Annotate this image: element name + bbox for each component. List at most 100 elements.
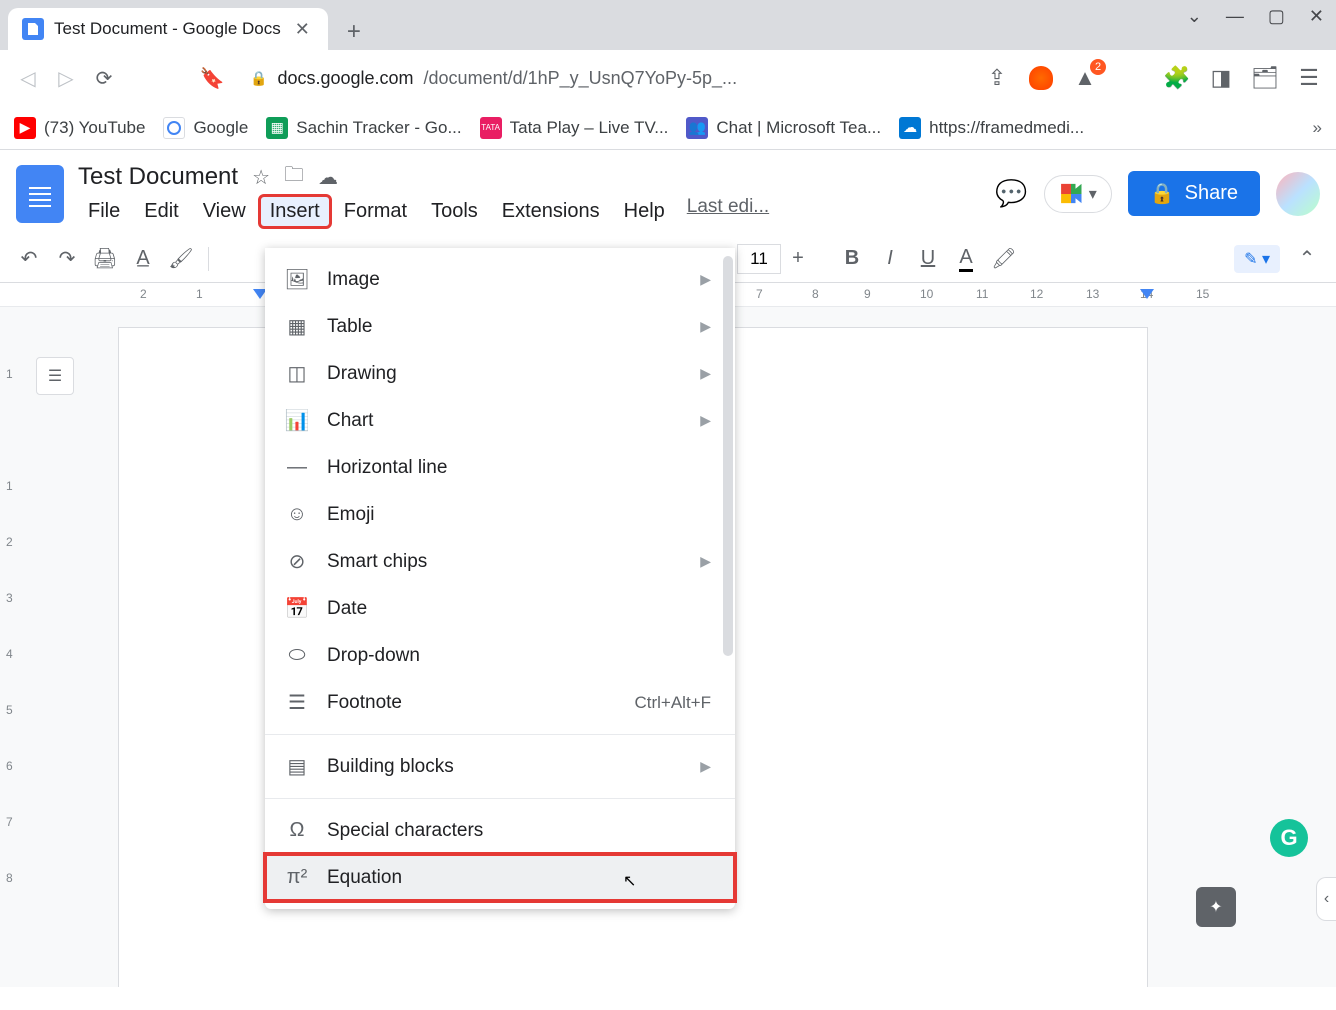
insert-footnote[interactable]: ☰FootnoteCtrl+Alt+F — [265, 679, 735, 726]
highlight-button[interactable]: 🖍 — [987, 242, 1021, 276]
menu-tools[interactable]: Tools — [421, 196, 488, 227]
paint-format-button[interactable]: 🖌 — [164, 242, 198, 276]
insert-drawing[interactable]: ◫Drawing▶ — [265, 350, 735, 397]
bookmark-google[interactable]: Google — [163, 117, 248, 139]
print-button[interactable]: 🖨 — [88, 242, 122, 276]
menu-divider — [265, 734, 735, 735]
sidebar-icon[interactable]: ◨ — [1208, 65, 1234, 91]
font-size-increase[interactable]: + — [781, 242, 815, 276]
bookmark-youtube[interactable]: ▶(73) YouTube — [14, 117, 145, 139]
chart-icon: 📊 — [285, 409, 309, 433]
cloud-status-icon[interactable]: ☁ — [318, 165, 338, 190]
grammarly-icon[interactable]: G — [1270, 819, 1308, 857]
explore-button[interactable]: ✦ — [1196, 887, 1236, 927]
bookmarks-overflow[interactable]: » — [1313, 118, 1322, 138]
bookmark-tata[interactable]: TATATata Play – Live TV... — [480, 117, 669, 139]
text-color-button[interactable]: A — [949, 242, 983, 276]
teams-icon: 👥 — [686, 117, 708, 139]
insert-date[interactable]: 📅Date — [265, 585, 735, 632]
brave-shields-icon[interactable] — [1028, 65, 1054, 91]
omega-icon: Ω — [285, 819, 309, 843]
date-icon: 📅 — [285, 597, 309, 621]
extensions-icon[interactable]: 🧩 — [1164, 65, 1190, 91]
collapse-toolbar-button[interactable]: ⌃ — [1290, 242, 1324, 276]
close-window-button[interactable]: ✕ — [1309, 6, 1324, 27]
browser-tab[interactable]: Test Document - Google Docs ✕ — [8, 8, 328, 50]
close-tab-button[interactable]: ✕ — [291, 15, 314, 44]
docs-logo-icon[interactable] — [16, 165, 64, 223]
reload-button[interactable]: ⟳ — [90, 64, 118, 92]
move-icon[interactable]: 🗀 — [284, 160, 304, 194]
menu-edit[interactable]: Edit — [134, 196, 188, 227]
maximize-button[interactable]: ▢ — [1268, 6, 1285, 27]
onedrive-icon: ☁ — [899, 117, 921, 139]
insert-special-chars[interactable]: ΩSpecial characters — [265, 807, 735, 854]
minimize-button[interactable]: — — [1226, 6, 1244, 27]
account-avatar[interactable] — [1276, 172, 1320, 216]
insert-emoji[interactable]: ☺Emoji — [265, 491, 735, 538]
insert-image[interactable]: 🖼Image▶ — [265, 256, 735, 303]
vertical-ruler[interactable]: 1 1 2 3 4 5 6 7 8 — [4, 307, 26, 987]
bold-button[interactable]: B — [835, 242, 869, 276]
chips-icon: ⊘ — [285, 550, 309, 574]
meet-button[interactable]: ▾ — [1044, 175, 1112, 213]
menu-divider — [265, 798, 735, 799]
submenu-arrow-icon: ▶ — [700, 553, 711, 570]
wallet-icon[interactable]: 🗂 — [1252, 65, 1278, 91]
insert-equation[interactable]: π²Equation — [265, 854, 735, 901]
window-dropdown-icon[interactable]: ⌄ — [1187, 6, 1202, 27]
menu-insert[interactable]: Insert — [260, 196, 330, 227]
menu-format[interactable]: Format — [334, 196, 417, 227]
back-button[interactable]: ◁ — [14, 64, 42, 92]
dropdown-icon: ⬭ — [285, 644, 309, 668]
header-actions: 💬 ▾ 🔒Share — [995, 171, 1320, 216]
submenu-arrow-icon: ▶ — [700, 271, 711, 288]
bookmark-onedrive[interactable]: ☁https://framedmedi... — [899, 117, 1084, 139]
bookmark-teams[interactable]: 👥Chat | Microsoft Tea... — [686, 117, 881, 139]
lock-icon: 🔒 — [250, 70, 267, 87]
menu-help[interactable]: Help — [614, 196, 675, 227]
document-title[interactable]: Test Document — [78, 163, 238, 191]
nav-row: ◁ ▷ ⟳ 🔖 🔒 docs.google.com/document/d/1hP… — [0, 50, 1336, 106]
spellcheck-button[interactable]: A̲ — [126, 242, 160, 276]
show-outline-button[interactable]: ☰ — [36, 357, 74, 395]
insert-smart-chips[interactable]: ⊘Smart chips▶ — [265, 538, 735, 585]
comments-button[interactable]: 💬 — [995, 178, 1027, 209]
redo-button[interactable]: ↷ — [50, 242, 84, 276]
undo-button[interactable]: ↶ — [12, 242, 46, 276]
submenu-arrow-icon: ▶ — [700, 365, 711, 382]
side-panel-toggle[interactable]: ‹ — [1316, 877, 1336, 921]
menu-extensions[interactable]: Extensions — [492, 196, 610, 227]
app-menu-icon[interactable]: ☰ — [1296, 65, 1322, 91]
submenu-arrow-icon: ▶ — [700, 318, 711, 335]
url-path: /document/d/1hP_y_UsnQ7YoPy-5p_... — [424, 68, 738, 89]
italic-button[interactable]: I — [873, 242, 907, 276]
editing-mode-button[interactable]: ✎ ▾ — [1234, 245, 1280, 273]
hr-icon: — — [285, 456, 309, 480]
new-tab-button[interactable]: + — [336, 14, 372, 50]
share-url-icon[interactable]: ⇪ — [984, 65, 1010, 91]
last-edit-link[interactable]: Last edi... — [687, 196, 769, 227]
underline-button[interactable]: U — [911, 242, 945, 276]
menubar: File Edit View Insert Format Tools Exten… — [78, 196, 769, 227]
insert-hr[interactable]: —Horizontal line — [265, 444, 735, 491]
insert-menu-dropdown: 🖼Image▶ ▦Table▶ ◫Drawing▶ 📊Chart▶ —Horiz… — [265, 248, 735, 909]
menu-file[interactable]: File — [78, 196, 130, 227]
forward-button[interactable]: ▷ — [52, 64, 80, 92]
title-area: Test Document ☆ 🗀 ☁ File Edit View Inser… — [78, 160, 769, 227]
bookmark-sheets[interactable]: ▦Sachin Tracker - Go... — [266, 117, 461, 139]
bookmark-page-button[interactable]: 🔖 — [198, 64, 226, 92]
share-button[interactable]: 🔒Share — [1128, 171, 1260, 216]
sheets-icon: ▦ — [266, 117, 288, 139]
insert-building-blocks[interactable]: ▤Building blocks▶ — [265, 743, 735, 790]
address-bar[interactable]: 🔒 docs.google.com/document/d/1hP_y_UsnQ7… — [236, 59, 776, 97]
tab-title: Test Document - Google Docs — [54, 19, 281, 39]
font-size-input[interactable]: 11 — [737, 244, 781, 274]
indent-marker-right[interactable] — [1140, 289, 1154, 299]
insert-table[interactable]: ▦Table▶ — [265, 303, 735, 350]
menu-view[interactable]: View — [193, 196, 256, 227]
insert-chart[interactable]: 📊Chart▶ — [265, 397, 735, 444]
insert-dropdown[interactable]: ⬭Drop-down — [265, 632, 735, 679]
star-icon[interactable]: ☆ — [252, 165, 270, 190]
rewards-icon[interactable]: ▲2 — [1072, 65, 1098, 91]
